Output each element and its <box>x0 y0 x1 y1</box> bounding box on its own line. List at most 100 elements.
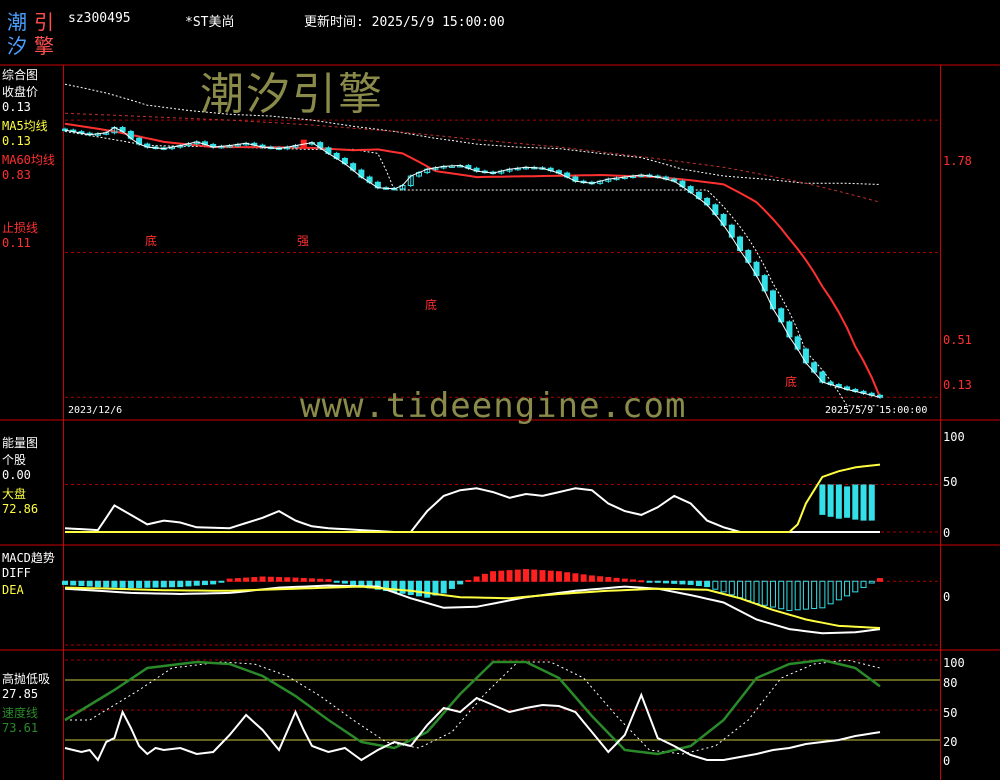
macd-hist-bar <box>317 578 324 582</box>
macd-hist-bar <box>152 580 159 588</box>
macd-hist-bar <box>745 580 752 602</box>
macd-hist-bar <box>695 580 702 586</box>
macd-hist-bar <box>621 578 628 582</box>
osc-white-line <box>64 692 881 762</box>
macd-hist-bar <box>325 579 332 582</box>
legend-ma60-label: MA60均线 <box>2 153 55 167</box>
macd-hist-bar <box>654 580 661 583</box>
annotation-bottom-3: 底 <box>785 375 798 389</box>
macd-hist-bar <box>78 580 85 586</box>
macd-hist-bar <box>704 580 711 588</box>
macd-hist-bar <box>523 569 530 582</box>
energy-market-value: 72.86 <box>2 502 39 516</box>
legend-close-value: 0.13 <box>2 100 31 114</box>
macd-hist-bar <box>531 569 538 582</box>
macd-diff-line <box>64 584 881 635</box>
macd-hist-bar <box>119 580 126 588</box>
macd-hist-bar <box>671 580 678 584</box>
macd-hist-bar <box>341 580 348 584</box>
macd-hist-bar <box>127 580 134 589</box>
macd-hist-bar <box>62 580 68 585</box>
macd-hist-bar <box>86 580 93 587</box>
macd-hist-bar <box>111 580 118 588</box>
macd-hist-bar <box>597 576 604 582</box>
macd-hist-bar <box>226 578 233 582</box>
macd-hist-bar <box>769 580 776 608</box>
macd-hist-bar <box>473 576 480 582</box>
ma60-dashed-line <box>64 112 881 203</box>
energy-ytick-50: 50 <box>943 475 958 489</box>
energy-bar <box>860 484 867 521</box>
macd-ytick-0: 0 <box>943 590 951 604</box>
legend-stoploss-label: 止损线 <box>2 221 39 235</box>
energy-stock-label: 个股 <box>2 453 27 467</box>
legend-ma5-label: MA5均线 <box>2 119 48 133</box>
macd-hist-bar <box>728 580 735 596</box>
macd-panel-title: MACD趋势 <box>2 551 55 565</box>
osc-ytick-100: 100 <box>943 656 965 670</box>
macd-hist-bar <box>481 573 488 582</box>
legend-close-label: 收盘价 <box>2 85 39 99</box>
macd-hist-bar <box>94 580 101 588</box>
macd-hist-bar <box>284 577 291 582</box>
macd-hist-bar <box>201 580 208 586</box>
main-ytick-2: 0.51 <box>943 333 972 347</box>
osc-ytick-0: 0 <box>943 754 951 768</box>
macd-hist-bar <box>350 580 357 586</box>
macd-hist-bar <box>169 580 176 588</box>
energy-market-label: 大盘 <box>2 487 27 501</box>
energy-ytick-0: 0 <box>943 526 951 540</box>
macd-hist-bar <box>638 580 645 583</box>
osc-speed-label: 速度线 <box>2 706 39 720</box>
stock-name: *ST美尚 <box>185 15 235 30</box>
annotation-bottom-2: 底 <box>425 298 438 312</box>
energy-bar <box>835 484 842 519</box>
annotation-strong: 强 <box>297 234 310 248</box>
date-start: 2023/12/6 <box>68 405 123 416</box>
macd-hist-bar <box>852 580 859 593</box>
macd-hist-bar <box>613 577 620 582</box>
update-time: 更新时间: 2025/5/9 15:00:00 <box>304 15 505 30</box>
macd-hist-bar <box>234 578 241 582</box>
macd-hist-bar <box>490 571 497 582</box>
date-end: 2025/5/9 15:00:00 <box>825 405 928 416</box>
main-ytick-3: 0.13 <box>943 378 972 392</box>
macd-hist-bar <box>794 580 801 611</box>
macd-dea-label: DEA <box>2 583 24 597</box>
macd-hist-bar <box>844 580 851 597</box>
osc-speed-value: 73.61 <box>2 721 39 735</box>
macd-hist-bar <box>877 578 883 582</box>
energy-ytick-100: 100 <box>943 430 965 444</box>
macd-hist-bar <box>103 580 110 588</box>
macd-hist-bar <box>605 577 612 582</box>
osc-ytick-50: 50 <box>943 706 958 720</box>
macd-hist-bar <box>70 580 77 586</box>
macd-hist-bar <box>835 580 842 601</box>
macd-hist-bar <box>448 580 455 589</box>
energy-bar <box>827 484 834 517</box>
macd-hist-bar <box>193 580 200 586</box>
macd-hist-bar <box>333 580 340 583</box>
energy-panel-title: 能量图 <box>2 436 39 450</box>
macd-hist-bar <box>819 580 826 609</box>
macd-hist-bar <box>646 580 653 583</box>
macd-hist-bar <box>308 578 315 582</box>
stock-code: sz300495 <box>68 11 131 26</box>
legend-ma60-value: 0.83 <box>2 168 31 182</box>
energy-bar <box>868 484 875 521</box>
macd-hist-bar <box>498 570 505 582</box>
macd-hist-bar <box>860 580 867 588</box>
osc-ytick-20: 20 <box>943 735 958 749</box>
osc-ytick-80: 80 <box>943 676 958 690</box>
macd-hist-bar <box>737 580 744 599</box>
macd-hist-bar <box>243 577 250 582</box>
macd-hist-bar <box>185 580 192 587</box>
macd-hist-bar <box>424 580 431 598</box>
energy-stock-value: 0.00 <box>2 468 31 482</box>
macd-hist-bar <box>160 580 167 588</box>
macd-hist-bar <box>407 580 414 596</box>
macd-hist-bar <box>778 580 785 610</box>
macd-hist-bar <box>267 576 274 582</box>
macd-hist-bar <box>276 577 283 582</box>
macd-hist-bar <box>547 570 554 582</box>
